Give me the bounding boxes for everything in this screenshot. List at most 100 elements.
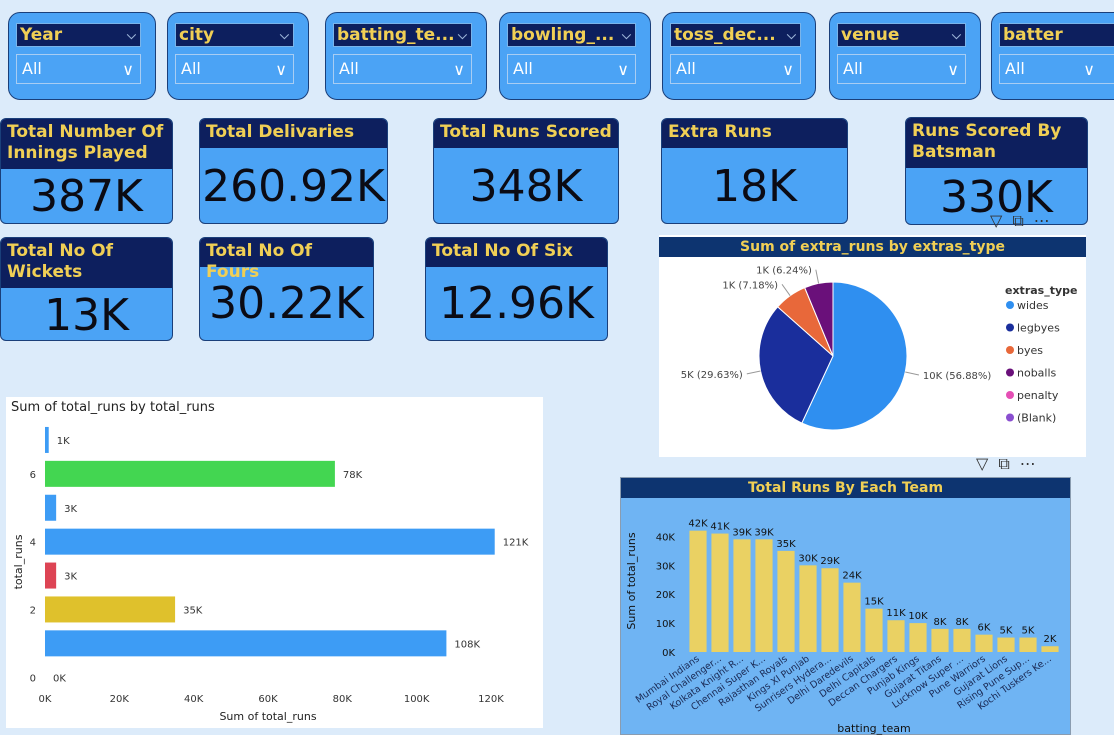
team-chart: 0K10K20K30K40K42KMumbai Indians41KRoyal … bbox=[625, 519, 1059, 735]
legend-item-wides: wides bbox=[1017, 299, 1049, 312]
legend-item-noballs: noballs bbox=[1017, 367, 1057, 380]
team-bar bbox=[711, 533, 729, 652]
hbar-data-label: 0K bbox=[53, 673, 66, 684]
hbar-x-tick: 0K bbox=[39, 694, 52, 705]
slicer-venue[interactable]: venue ⌵ All ∨ bbox=[829, 12, 981, 100]
focus-mode-icon[interactable]: ⧉ bbox=[1012, 211, 1023, 231]
kpi-label: Total No Of Wickets bbox=[1, 238, 172, 288]
pie-chart: 10K (56.88%) 5K (29.63%) 1K (7.18%) 1K (6.2… bbox=[681, 266, 1077, 431]
slicer-title: bowling_... ⌵ bbox=[507, 23, 636, 47]
team-data-label: 39K bbox=[732, 527, 752, 538]
chevron-down-icon: ∨ bbox=[453, 60, 465, 79]
hbar-x-tick: 120K bbox=[478, 694, 504, 705]
hbar-data-label: 121K bbox=[503, 538, 529, 549]
team-bar bbox=[689, 530, 707, 652]
hbar-x-tick: 80K bbox=[333, 694, 353, 705]
team-bar bbox=[931, 628, 949, 652]
slicer-dropdown[interactable]: All ∨ bbox=[670, 54, 801, 84]
kpi-value: 260.92K bbox=[202, 161, 385, 212]
slicer-dropdown[interactable]: All ∨ bbox=[175, 54, 294, 84]
kpi-label: Total Runs Scored bbox=[434, 119, 618, 148]
kpi-value: 12.96K bbox=[439, 278, 594, 329]
hbar-chart-title: Sum of total_runs by total_runs bbox=[11, 400, 215, 415]
kpi-total-runs: Total Runs Scored 348K bbox=[433, 118, 619, 224]
hbar-bar bbox=[45, 596, 176, 623]
slicer-dropdown[interactable]: All ∨ bbox=[837, 54, 966, 84]
slicer-title: toss_dec... ⌵ bbox=[670, 23, 801, 47]
kpi-deliveries: Total Delivaries 260.92K bbox=[199, 118, 388, 224]
slicer-toss-decision[interactable]: toss_dec... ⌵ All ∨ bbox=[662, 12, 816, 100]
filter-icon[interactable]: ▽ bbox=[990, 211, 1002, 231]
team-visual-header: ▽ ⧉ ⋯ bbox=[976, 454, 1036, 474]
team-bar bbox=[733, 539, 751, 652]
team-data-label: 42K bbox=[688, 519, 708, 530]
slicer-batting-team[interactable]: batting_te... ⌵ All ∨ bbox=[325, 12, 487, 100]
team-data-label: 15K bbox=[864, 597, 884, 608]
pie-leader-line bbox=[815, 269, 820, 284]
team-y-axis-label: Sum of total_runs bbox=[625, 532, 638, 629]
team-y-tick: 40K bbox=[656, 532, 676, 543]
hbar-data-label: 78K bbox=[343, 470, 363, 481]
hbar-bar bbox=[45, 528, 495, 555]
legend-item-penalty: penalty bbox=[1017, 389, 1059, 402]
hbar-data-label: 3K bbox=[64, 572, 77, 583]
team-bar bbox=[997, 637, 1015, 652]
team-bar bbox=[843, 582, 861, 652]
team-data-label: 11K bbox=[886, 608, 906, 619]
team-y-tick: 30K bbox=[656, 561, 676, 572]
hbar-y-axis-label: total_runs bbox=[12, 534, 25, 589]
slicer-city[interactable]: city ⌵ All ∨ bbox=[167, 12, 309, 100]
hbar-y-tick: 0 bbox=[30, 673, 36, 684]
slicer-bowling-team[interactable]: bowling_... ⌵ All ∨ bbox=[499, 12, 651, 100]
chevron-down-icon: ∨ bbox=[617, 60, 629, 79]
legend-marker bbox=[1006, 323, 1014, 332]
pie-chart-visual[interactable]: Sum of extra_runs by extras_type 10K (56… bbox=[659, 235, 1086, 457]
kpi-extra-runs: Extra Runs 18K bbox=[661, 118, 848, 224]
kpi-label: Extra Runs bbox=[662, 119, 847, 148]
team-bar bbox=[1041, 646, 1059, 652]
chevron-down-icon: ∨ bbox=[782, 60, 794, 79]
slicer-dropdown[interactable]: All ∨ bbox=[333, 54, 472, 84]
slicer-year[interactable]: Year ⌵ All ∨ bbox=[8, 12, 156, 100]
chevron-down-icon: ⌵ bbox=[786, 28, 796, 42]
hbar-y-tick: 2 bbox=[30, 605, 36, 616]
legend-marker bbox=[1006, 301, 1014, 309]
legend-marker bbox=[1006, 368, 1014, 377]
legend-marker bbox=[1006, 391, 1014, 399]
chevron-down-icon: ⌵ bbox=[621, 28, 631, 42]
more-options-icon[interactable]: ⋯ bbox=[1034, 211, 1050, 231]
filter-icon[interactable]: ▽ bbox=[976, 454, 988, 474]
pie-data-label: 10K (56.88%) bbox=[923, 371, 991, 382]
hbar-y-tick: 4 bbox=[30, 538, 36, 549]
hbar-bar bbox=[45, 426, 49, 453]
kpi-batsman-runs: Runs Scored By Batsman 330K bbox=[905, 117, 1088, 225]
pie-data-label: 1K (7.18%) bbox=[722, 280, 778, 291]
team-data-label: 39K bbox=[754, 527, 774, 538]
chevron-down-icon: ⌵ bbox=[279, 28, 289, 42]
kpi-value: 387K bbox=[30, 171, 143, 222]
legend-marker bbox=[1006, 346, 1014, 354]
team-y-tick: 10K bbox=[656, 619, 676, 630]
hbar-data-label: 3K bbox=[64, 504, 77, 515]
hbar-chart-visual[interactable]: Sum of total_runs by total_runs 1K 78K 6 3K 1… bbox=[6, 397, 543, 728]
slicer-dropdown[interactable]: All ∨ bbox=[507, 54, 636, 84]
more-options-icon[interactable]: ⋯ bbox=[1020, 454, 1036, 474]
slicer-title: batter bbox=[999, 23, 1114, 47]
team-data-label: 10K bbox=[908, 611, 928, 622]
slicer-title: batting_te... ⌵ bbox=[333, 23, 472, 47]
kpi-label: Runs Scored By Batsman bbox=[906, 118, 1087, 168]
chevron-down-icon: ⌵ bbox=[126, 28, 136, 42]
team-data-label: 5K bbox=[1022, 626, 1035, 637]
slicer-title: venue ⌵ bbox=[837, 23, 966, 47]
team-data-label: 24K bbox=[842, 571, 862, 582]
team-bar bbox=[755, 539, 773, 652]
slicer-batter[interactable]: batter All ∨ bbox=[991, 12, 1114, 100]
hbar-data-label: 108K bbox=[454, 639, 480, 650]
hbar-x-tick: 100K bbox=[404, 694, 430, 705]
slicer-title: city ⌵ bbox=[175, 23, 294, 47]
team-chart-visual[interactable]: Total Runs By Each Team 0K 10K 20K 30K 40K 42… bbox=[620, 477, 1071, 735]
slicer-dropdown[interactable]: All ∨ bbox=[999, 54, 1114, 84]
team-data-label: 6K bbox=[978, 623, 991, 634]
slicer-dropdown[interactable]: All ∨ bbox=[16, 54, 141, 84]
focus-mode-icon[interactable]: ⧉ bbox=[998, 454, 1009, 474]
